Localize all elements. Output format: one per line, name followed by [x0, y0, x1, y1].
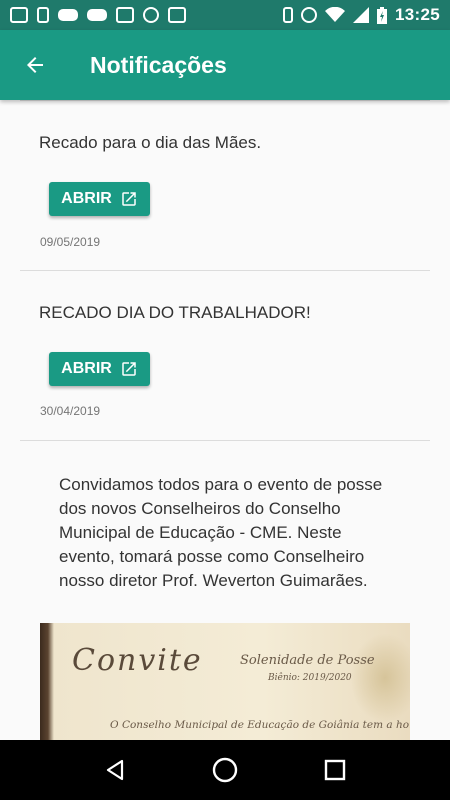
arrow-back-icon: [27, 57, 43, 73]
invitation-image: Convite Solenidade de Posse Biênio: 2019…: [40, 623, 410, 740]
notification-text: RECADO DIA DO TRABALHADOR!: [39, 303, 311, 322]
status-bar: 13:25: [0, 0, 450, 30]
status-time: 13:25: [395, 5, 440, 24]
mail-icon: [116, 7, 134, 23]
app-bar: Notificações: [0, 30, 450, 100]
signal-icon: [353, 7, 370, 23]
notification-date: 09/05/2019: [40, 235, 101, 249]
alarm-icon: [301, 7, 318, 23]
open-button[interactable]: ABRIR: [49, 182, 150, 216]
invitation-subtitle: Solenidade de Posse: [240, 653, 375, 668]
open-button-label: ABRIR: [61, 360, 112, 377]
chat-icon: [10, 7, 28, 23]
phone-icon: [37, 7, 49, 23]
notification-date: 30/04/2019: [40, 404, 101, 418]
nav-back-button[interactable]: [95, 750, 135, 790]
open-button[interactable]: ABRIR: [49, 352, 150, 386]
status-bar-right: 13:25: [283, 5, 440, 25]
navigation-bar: [0, 740, 450, 800]
tractor-icon: [58, 9, 78, 21]
open-in-new-icon: [122, 362, 136, 376]
open-button-label: ABRIR: [61, 190, 112, 207]
back-button[interactable]: [0, 30, 70, 100]
vibrate-icon: [283, 7, 294, 23]
invitation-bienio: Biênio: 2019/2020: [268, 673, 352, 683]
news-icon: [168, 7, 186, 23]
wifi-icon: [325, 7, 346, 22]
tractor-icon: [87, 9, 107, 21]
open-in-new-icon: [122, 192, 136, 206]
divider: [20, 440, 430, 441]
divider: [20, 100, 430, 101]
back-triangle-icon: [106, 759, 124, 781]
home-circle-icon: [212, 757, 238, 783]
recents-square-icon: [324, 759, 346, 781]
battery-charging-icon: [377, 6, 388, 24]
status-bar-left-icons: [10, 7, 186, 23]
timer-icon: [143, 7, 159, 23]
leaf-decoration: [350, 633, 410, 723]
invitation-line: O Conselho Municipal de Educação de Goiâ…: [110, 719, 410, 731]
nav-recents-button[interactable]: [315, 750, 355, 790]
divider: [20, 270, 430, 271]
invitation-title: Convite: [72, 643, 203, 678]
nav-home-button[interactable]: [205, 750, 245, 790]
notifications-list[interactable]: Recado para o dia das Mães. ABRIR 09/05/…: [0, 100, 450, 740]
notification-text: Convidamos todos para o evento de posse …: [59, 475, 383, 590]
notification-text: Recado para o dia das Mães.: [39, 133, 262, 152]
page-title: Notificações: [90, 51, 227, 78]
